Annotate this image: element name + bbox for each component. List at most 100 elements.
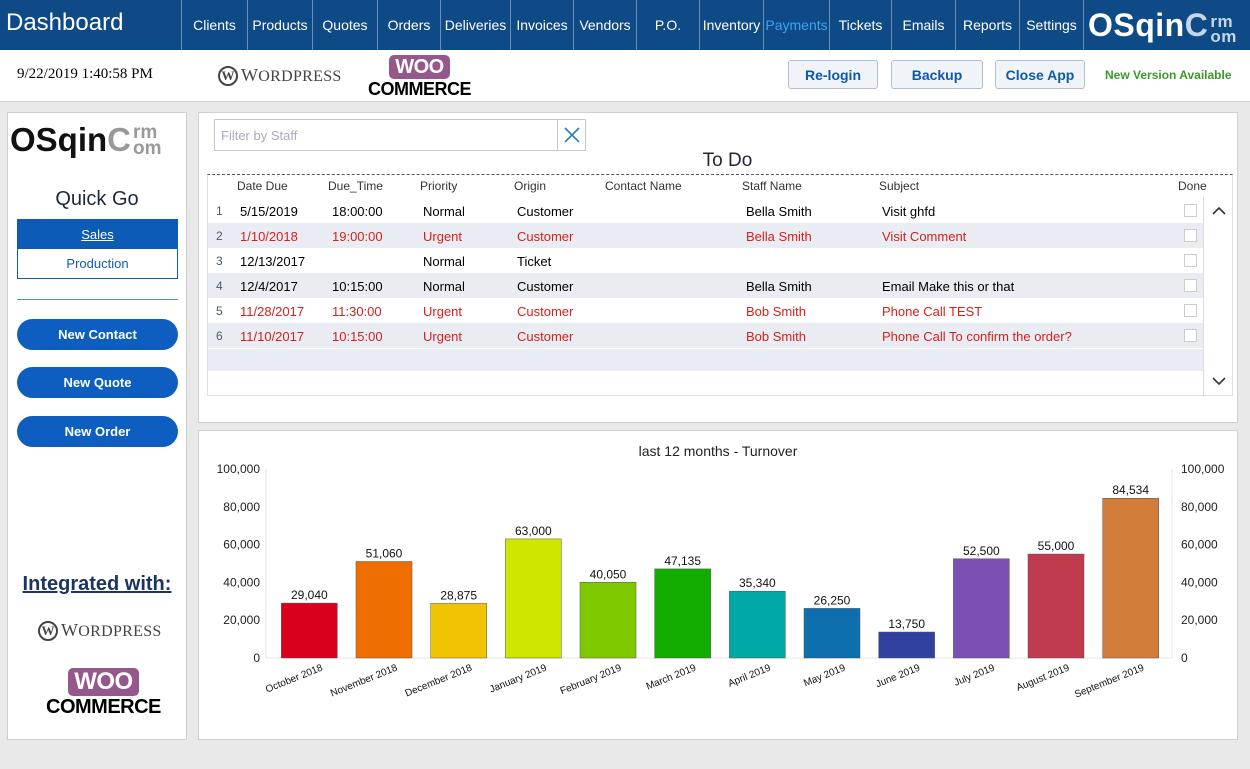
y-tick-label: 60,000 xyxy=(223,538,260,552)
row-number: 2 xyxy=(216,229,223,243)
staff-filter-input[interactable] xyxy=(215,120,557,150)
nav-emails[interactable]: Emails xyxy=(891,0,955,50)
cell-origin: Customer xyxy=(517,204,574,219)
cell-priority: Urgent xyxy=(423,229,463,244)
cell-priority: Urgent xyxy=(423,304,463,319)
nav-products[interactable]: Products xyxy=(247,0,312,50)
tab-sales[interactable]: Sales xyxy=(18,220,177,249)
todo-grid: Date Due Due_Time Priority Origin Contac… xyxy=(207,174,1234,397)
nav-inventory[interactable]: Inventory xyxy=(699,0,763,50)
nav-reports[interactable]: Reports xyxy=(955,0,1019,50)
y2-tick-label: 20,000 xyxy=(1181,613,1218,627)
nav-settings[interactable]: Settings xyxy=(1019,0,1083,50)
sidebar-divider xyxy=(17,299,178,300)
x-tick-label: September 2019 xyxy=(1073,662,1146,700)
col-done[interactable]: Done xyxy=(1178,179,1207,193)
col-priority[interactable]: Priority xyxy=(420,179,457,193)
wordpress-icon: W xyxy=(38,620,58,641)
woocommerce-logo: WOO COMMERCE xyxy=(368,55,472,99)
table-row[interactable]: 1 5/15/2019 18:00:00 Normal Customer Bella Sm… xyxy=(208,198,1203,223)
col-staff-name[interactable]: Staff Name xyxy=(742,179,802,193)
new-order-button[interactable]: New Order xyxy=(17,416,178,447)
bar xyxy=(803,608,861,659)
nav-deliveries[interactable]: Deliveries xyxy=(440,0,510,50)
bar-data-label: 35,340 xyxy=(739,576,776,590)
bar-data-label: 40,050 xyxy=(590,567,627,581)
col-contact-name[interactable]: Contact Name xyxy=(605,179,682,193)
x-tick-label: May 2019 xyxy=(802,662,847,689)
bar xyxy=(729,590,786,659)
table-row[interactable]: 5 11/28/2017 11:30:00 Urgent Customer Bob Smi… xyxy=(208,298,1203,323)
scroll-up-button[interactable] xyxy=(1204,197,1234,225)
nav-invoices[interactable]: Invoices xyxy=(510,0,573,50)
cell-priority: Normal xyxy=(423,204,465,219)
new-contact-button[interactable]: New Contact xyxy=(17,319,178,350)
new-version-link[interactable]: New Version Available xyxy=(1105,68,1232,82)
tab-production[interactable]: Production xyxy=(18,249,177,278)
y2-tick-label: 60,000 xyxy=(1181,538,1218,552)
nav-payments[interactable]: Payments xyxy=(763,0,829,50)
col-subject[interactable]: Subject xyxy=(879,179,919,193)
nav-clients[interactable]: Clients xyxy=(181,0,247,50)
row-number: 3 xyxy=(216,254,223,268)
col-origin[interactable]: Origin xyxy=(514,179,546,193)
cell-staff-name: Bella Smith xyxy=(746,229,812,244)
bar-data-label: 63,000 xyxy=(515,524,552,538)
done-checkbox[interactable] xyxy=(1184,279,1197,292)
table-row[interactable]: 2 1/10/2018 19:00:00 Urgent Customer Bella Sm… xyxy=(208,223,1203,248)
cell-date-due: 5/15/2019 xyxy=(240,204,298,219)
new-quote-button[interactable]: New Quote xyxy=(17,367,178,398)
cell-subject: Email Make this or that xyxy=(882,279,1015,294)
done-checkbox[interactable] xyxy=(1184,329,1197,342)
relogin-button[interactable]: Re-login xyxy=(788,60,878,89)
table-row[interactable]: 4 12/4/2017 10:15:00 Normal Customer Bella Sm… xyxy=(208,273,1203,298)
y-tick-label: 80,000 xyxy=(223,500,260,514)
bar-data-label: 55,000 xyxy=(1038,539,1075,553)
bar xyxy=(654,568,711,659)
done-checkbox[interactable] xyxy=(1184,229,1197,242)
bar-data-label: 13,750 xyxy=(888,617,925,631)
scroll-down-button[interactable] xyxy=(1204,367,1234,395)
main-nav: Clients Products Quotes Orders Deliveries Inv… xyxy=(181,0,1083,50)
brand-letter: C xyxy=(1184,6,1209,43)
quick-go-tabs: Sales Production xyxy=(17,219,178,279)
woo-commerce-text: COMMERCE xyxy=(368,79,472,99)
done-checkbox[interactable] xyxy=(1184,254,1197,267)
cell-due-time: 11:30:00 xyxy=(332,304,382,319)
cell-subject: Phone Call TEST xyxy=(882,304,983,319)
cell-due-time: 19:00:00 xyxy=(332,229,383,244)
close-app-button[interactable]: Close App xyxy=(995,60,1085,89)
clear-filter-button[interactable] xyxy=(557,120,585,150)
col-due-time[interactable]: Due_Time xyxy=(328,179,383,193)
x-tick-label: November 2018 xyxy=(329,662,399,699)
x-tick-label: June 2019 xyxy=(874,662,922,690)
x-tick-label: February 2019 xyxy=(559,662,624,697)
done-checkbox[interactable] xyxy=(1184,304,1197,317)
nav-p-o[interactable]: P.O. xyxy=(636,0,699,50)
current-datetime: 9/22/2019 1:40:58 PM xyxy=(17,66,153,82)
grid-empty-row xyxy=(208,349,1203,371)
cell-staff-name: Bob Smith xyxy=(746,329,806,344)
cell-staff-name: Bella Smith xyxy=(746,204,812,219)
row-number: 1 xyxy=(216,204,223,218)
sidebar: OSqin C rm om Quick Go Sales Production Ne… xyxy=(7,112,187,740)
done-checkbox[interactable] xyxy=(1184,204,1197,217)
wordpress-logo: W WORDPRESS xyxy=(218,65,342,86)
brand-main: OSqin xyxy=(1088,6,1185,43)
nav-vendors[interactable]: Vendors xyxy=(573,0,636,50)
nav-orders[interactable]: Orders xyxy=(377,0,440,50)
table-row[interactable]: 6 11/10/2017 10:15:00 Urgent Customer Bob Smi… xyxy=(208,323,1203,348)
turnover-chart-panel: last 12 months - Turnover 0 0 20,000 20,000… xyxy=(198,430,1238,740)
wordpress-first: W xyxy=(61,620,79,640)
nav-tickets[interactable]: Tickets xyxy=(829,0,891,50)
woo-bubble: WOO xyxy=(68,668,139,696)
cell-due-time: 18:00:00 xyxy=(332,204,383,219)
nav-quotes[interactable]: Quotes xyxy=(312,0,377,50)
brand-bottom: om xyxy=(1210,26,1237,46)
backup-button[interactable]: Backup xyxy=(891,60,983,89)
cell-origin: Customer xyxy=(517,279,574,294)
grid-scrollbar[interactable] xyxy=(1203,197,1234,397)
col-date-due[interactable]: Date Due xyxy=(237,179,288,193)
table-row[interactable]: 3 12/13/2017 Normal Ticket xyxy=(208,248,1203,273)
chevron-down-icon xyxy=(1212,377,1226,386)
